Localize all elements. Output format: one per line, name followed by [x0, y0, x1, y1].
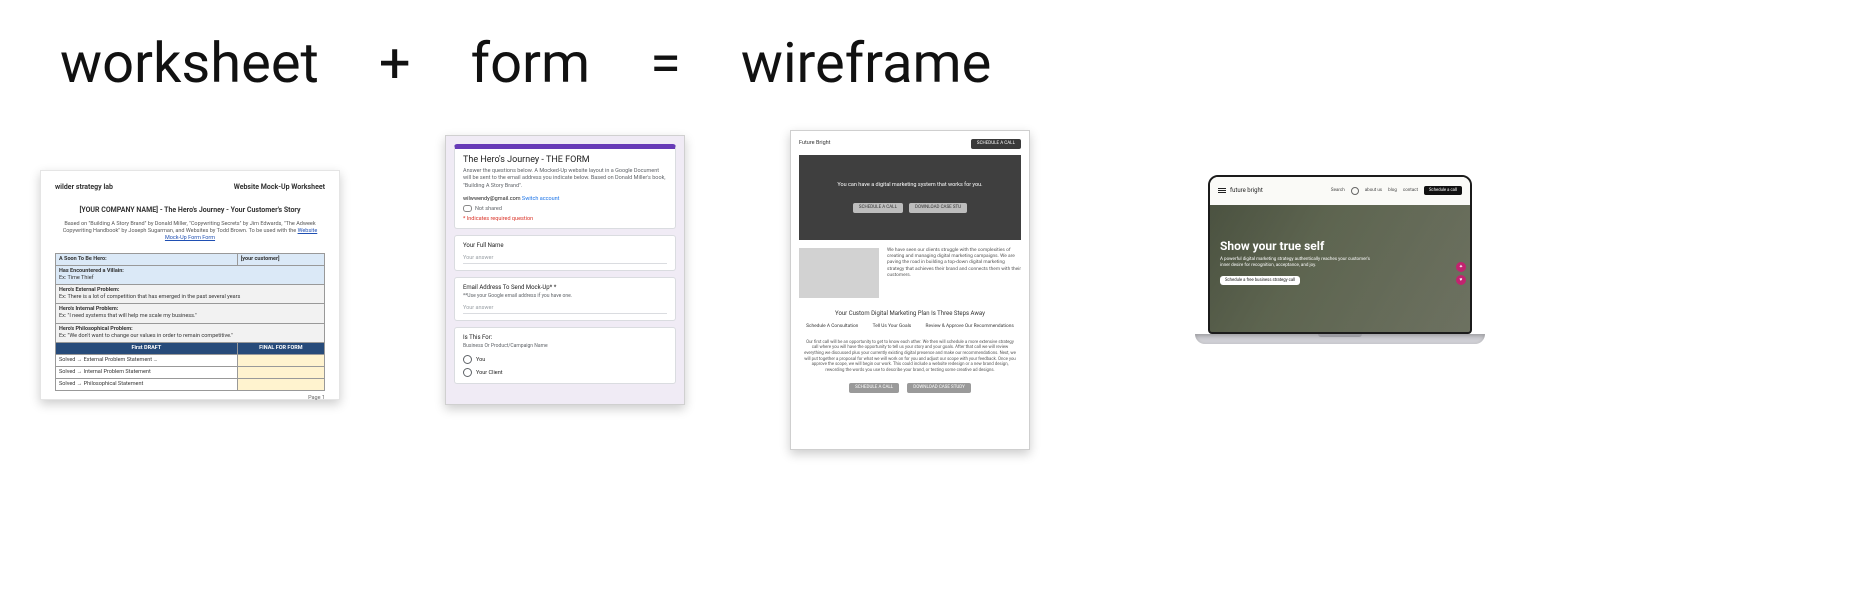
search-icon[interactable]: [1351, 187, 1359, 195]
worksheet-brand: wilder strategy lab: [55, 183, 113, 192]
form-q1-label: Your Full Name: [463, 242, 667, 249]
diagram-stage: { "equation": { "word1": "worksheet", "p…: [0, 0, 1866, 598]
form-desc: Answer the questions below. A Mocked-Up …: [463, 168, 667, 190]
wf-hero-line: You can have a digital marketing system …: [837, 182, 982, 189]
wf-placeholder-image: [799, 248, 879, 298]
laptop-screen: future bright Search about us blog conta…: [1208, 175, 1472, 334]
form-q3-sub: Business Or Product/Campaign Name: [463, 343, 667, 349]
like-bubble-icon[interactable]: ♥: [1456, 275, 1466, 285]
worksheet-page: Page 1: [55, 395, 325, 402]
wf-step1: Schedule A Consultation: [806, 324, 858, 330]
row-phil-label: Hero's Philosophical Problem:: [59, 326, 133, 332]
form-header-card: The Hero's Journey - THE FORM Answer the…: [454, 144, 676, 229]
wf-step3: Review & Approve Our Recommendations: [926, 324, 1014, 330]
plus-sign: +: [379, 30, 411, 96]
result2: Solved → Internal Problem Statement: [56, 367, 238, 379]
laptop-base: [1195, 334, 1485, 344]
laptop-notch: [1318, 334, 1362, 337]
site-hero-sub: A powerful digital marketing strategy au…: [1220, 257, 1380, 270]
form-title: The Hero's Journey - THE FORM: [463, 155, 667, 165]
row-ext-label: Hero's External Problem:: [59, 287, 119, 293]
form-q1: Your Full Name Your answer: [454, 235, 676, 271]
hamburger-icon[interactable]: [1218, 188, 1226, 193]
nav-cta-button[interactable]: Schedule a call: [1424, 186, 1462, 195]
worksheet-table: A Soon To Be Hero:[your customer] Has En…: [55, 253, 325, 392]
form-email: wilwwendy@gmail.com: [463, 196, 521, 202]
form-email-row: wilwwendy@gmail.com Switch account: [463, 196, 667, 202]
wf-step2: Tell Us Your Goals: [873, 324, 912, 330]
row-villain-label: Has Encountered a Villain:: [59, 268, 124, 274]
form-switch-account[interactable]: Switch account: [522, 196, 560, 202]
wf-side-text: We have seen our clients struggle with t…: [887, 248, 1021, 298]
form-not-shared: Not shared: [463, 205, 667, 212]
wf-bottom-cta1[interactable]: SCHEDULE A CALL: [849, 383, 899, 393]
worksheet-thumbnail: wilder strategy lab Website Mock-Up Work…: [40, 170, 340, 400]
worksheet-subtitle: Based on "Building A Story Brand" by Don…: [55, 221, 325, 242]
site-topbar: future bright Search about us blog conta…: [1210, 177, 1470, 205]
website-preview: future bright Search about us blog conta…: [1210, 177, 1470, 332]
row-villain-ex: Ex: Time Thief: [59, 275, 94, 281]
form-q3-opt2-label: Your Client: [476, 370, 503, 376]
site-brand-text: future bright: [1230, 187, 1263, 194]
site-hero: Show your true self A powerful digital m…: [1220, 239, 1460, 285]
laptop-mockup: future bright Search about us blog conta…: [1195, 175, 1485, 350]
form-q2: Email Address To Send Mock-Up* * **Use y…: [454, 277, 676, 321]
col-draft: First DRAFT: [56, 342, 238, 354]
form-q3-opt1[interactable]: You: [463, 355, 667, 364]
result1: Solved → External Problem Statement …: [56, 355, 238, 367]
site-hero-cta[interactable]: Schedule a free business strategy call: [1220, 276, 1300, 285]
form-thumbnail: The Hero's Journey - THE FORM Answer the…: [445, 135, 685, 405]
site-hero-title: Show your true self: [1220, 239, 1460, 253]
radio-icon: [463, 368, 472, 377]
nav-about[interactable]: about us: [1365, 188, 1382, 193]
form-q3: Is This For: Business Or Product/Campaig…: [454, 327, 676, 384]
cloud-icon: [463, 205, 472, 212]
nav-contact[interactable]: contact: [1403, 188, 1418, 193]
form-q2-sub: **Use your Google email address if you h…: [463, 293, 667, 299]
wf-section-title: Your Custom Digital Marketing Plan Is Th…: [799, 310, 1021, 318]
wf-long-para: Our first call will be an opportunity to…: [799, 340, 1021, 373]
wf-bottom-cta2[interactable]: DOWNLOAD CASE STUDY: [907, 383, 971, 393]
site-nav: Search about us blog contact Schedule a …: [1331, 186, 1462, 195]
worksheet-docname: Website Mock-Up Worksheet: [234, 183, 325, 192]
worksheet-title: [YOUR COMPANY NAME] - The Hero's Journey…: [55, 206, 325, 215]
row-hero-label: A Soon To Be Hero:: [56, 253, 238, 265]
form-required-note: * Indicates required question: [463, 216, 667, 222]
form-q2-input[interactable]: Your answer: [463, 305, 667, 314]
word-wireframe: wireframe: [741, 30, 991, 96]
row-int-label: Hero's Internal Problem:: [59, 306, 118, 312]
wf-hero-cta1[interactable]: SCHEDULE A CALL: [853, 203, 903, 213]
row-int-text: Ex: "I need systems that will help me sc…: [59, 313, 197, 319]
wireframe-thumbnail: Future Bright SCHEDULE A CALL You can ha…: [790, 130, 1030, 450]
form-q1-input[interactable]: Your answer: [463, 255, 667, 264]
col-final: FINAL FOR FORM: [237, 342, 324, 354]
wf-top-cta[interactable]: SCHEDULE A CALL: [971, 139, 1021, 149]
site-brand: future bright: [1218, 187, 1263, 194]
form-q3-opt2[interactable]: Your Client: [463, 368, 667, 377]
form-q3-opt1-label: You: [476, 357, 485, 363]
wf-hero: You can have a digital marketing system …: [799, 155, 1021, 240]
row-hero-value: [your customer]: [237, 253, 324, 265]
word-form: form: [471, 30, 591, 96]
form-not-shared-text: Not shared: [475, 206, 502, 212]
share-bubble-icon[interactable]: ✦: [1456, 262, 1466, 272]
row-ext-text: Ex: There is a lot of competition that h…: [59, 294, 240, 300]
site-floating-actions: ✦ ♥: [1456, 262, 1466, 285]
word-worksheet: worksheet: [60, 30, 319, 96]
wf-hero-cta2[interactable]: DOWNLOAD CASE STU: [909, 203, 967, 213]
equation-row: worksheet + form = wireframe: [60, 30, 1806, 96]
nav-blog[interactable]: blog: [1388, 188, 1397, 193]
equals-sign: =: [650, 30, 681, 96]
nav-search[interactable]: Search: [1331, 188, 1345, 193]
row-phil-text: Ex: "We don't want to change our values …: [59, 333, 233, 339]
wf-brand: Future Bright: [799, 140, 830, 147]
form-q2-label: Email Address To Send Mock-Up* *: [463, 284, 667, 291]
form-q3-label: Is This For:: [463, 334, 667, 341]
result3: Solved → Philosophical Statement: [56, 379, 238, 391]
worksheet-subtitle-text: Based on "Building A Story Brand" by Don…: [63, 221, 316, 234]
radio-icon: [463, 355, 472, 364]
